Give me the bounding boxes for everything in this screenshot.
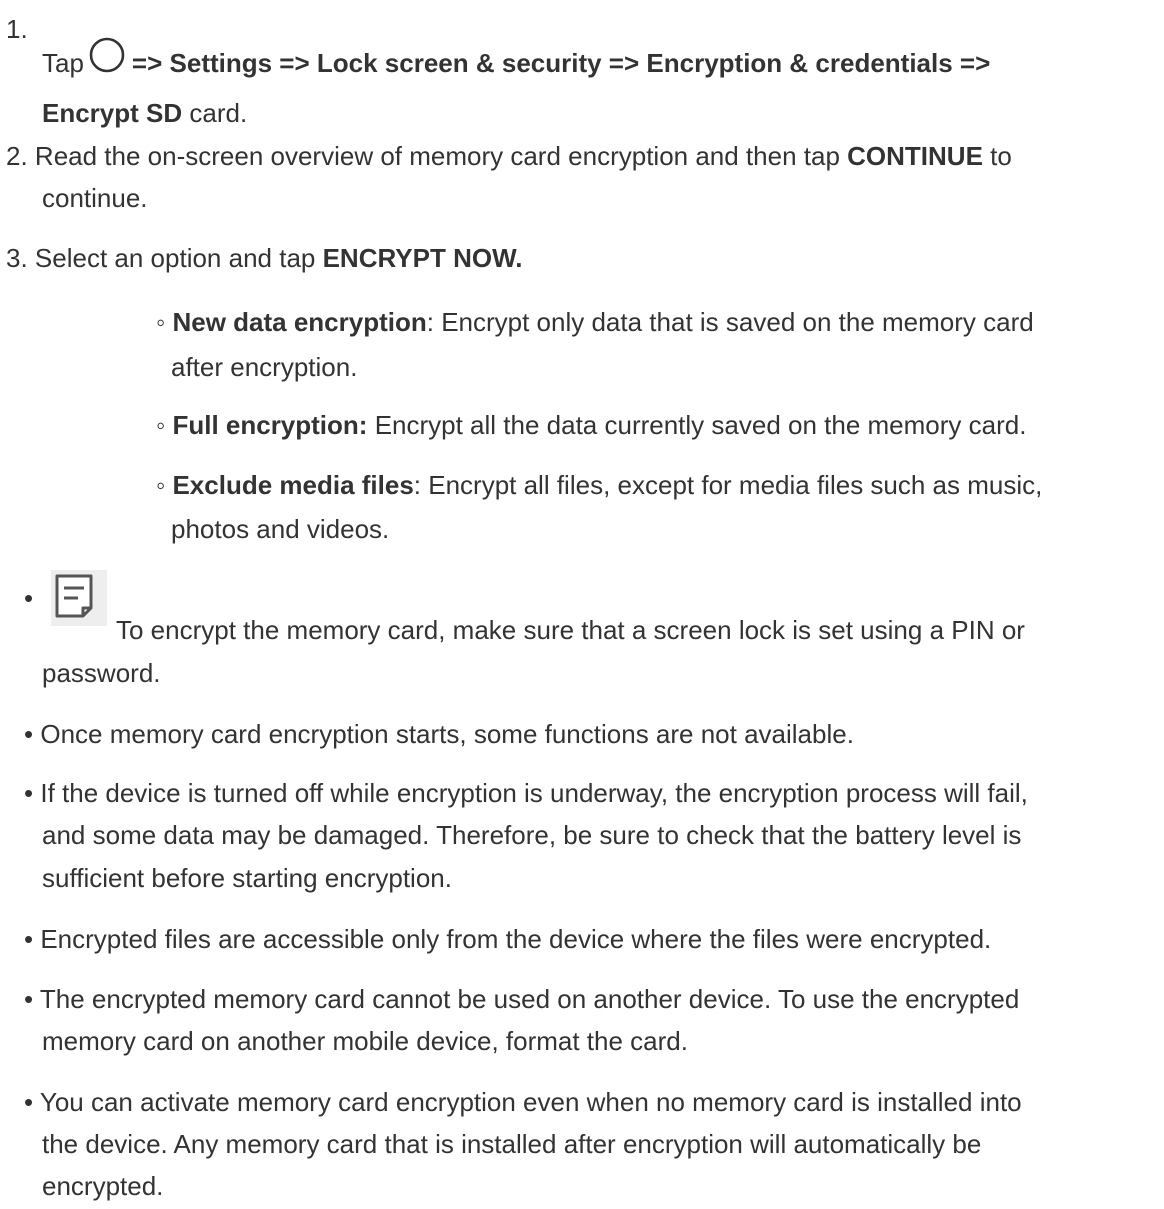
option-description: Encrypt only data that is saved on the m… [441, 307, 1034, 337]
note-icon [51, 570, 107, 626]
note-bullet: • [24, 1087, 34, 1117]
step-number: 1. [6, 14, 28, 44]
step-1-line-2: Encrypt SD card. [42, 93, 247, 133]
note-bullet: • [24, 984, 34, 1014]
step-2-text-end: to [982, 141, 1012, 171]
note-text-cont: the device. Any memory card that is inst… [42, 1129, 982, 1159]
settings-path-suffix: card. [182, 98, 248, 128]
option-bullet: ◦ [156, 470, 166, 500]
option-description: Encrypt all the data currently saved on … [374, 410, 1027, 440]
option-bullet: ◦ [156, 307, 166, 337]
option-separator: : [413, 470, 429, 500]
step-3: 3. Select an option and tap ENCRYPT NOW. [6, 238, 522, 278]
note-text: Encrypted files are accessible only from… [40, 924, 992, 954]
option-title: Exclude media files [172, 470, 414, 500]
home-button-icon [89, 37, 125, 73]
document: 1. Tap => Settings => Lock screen & secur… [0, 0, 1164, 1209]
option-title: New data encryption [172, 307, 427, 337]
option-separator [367, 410, 374, 440]
note-item: • Once memory card encryption starts, so… [24, 714, 854, 754]
note-item: • Encrypted files are accessible only fr… [24, 919, 991, 959]
option-description-cont: after encryption. [171, 352, 358, 382]
note-text: The encrypted memory card cannot be used… [39, 984, 1020, 1014]
option-exclude-media-files: ◦ Exclude media files: Encrypt all files… [156, 465, 1042, 505]
note-text: You can activate memory card encryption … [39, 1087, 1022, 1117]
option-description: Encrypt all files, except for media file… [428, 470, 1043, 500]
note-text-cont: password. [42, 658, 161, 688]
option-separator: : [426, 307, 442, 337]
note-text-cont: and some data may be damaged. Therefore,… [42, 820, 1022, 850]
step-2-text: Read the on-screen overview of memory ca… [34, 141, 848, 171]
step-2: 2. Read the on-screen overview of memory… [6, 136, 1012, 176]
encrypt-now-label: ENCRYPT NOW. [322, 243, 523, 273]
step-2-line-2: continue. [42, 183, 148, 213]
step-3-text: Select an option and tap [34, 243, 323, 273]
option-description-cont: photos and videos. [171, 514, 390, 544]
step-number: 3. [6, 243, 28, 273]
option-new-data-encryption: ◦ New data encryption: Encrypt only data… [156, 302, 1034, 342]
option-bullet: ◦ [156, 410, 166, 440]
step-number: 2. [6, 141, 28, 171]
note-item: • You can activate memory card encryptio… [24, 1082, 1022, 1122]
note-item: • The encrypted memory card cannot be us… [24, 979, 1019, 1019]
note-bullet: • [24, 719, 34, 749]
note-text: If the device is turned off while encryp… [40, 778, 1028, 808]
note-text-cont: memory card on another mobile device, fo… [42, 1026, 688, 1056]
option-title: Full encryption: [172, 410, 368, 440]
note-text-cont: encrypted. [42, 1171, 164, 1201]
settings-path-end: Encrypt SD [42, 98, 183, 128]
note-bullet: • [24, 778, 34, 808]
note-text: To encrypt the memory card, make sure th… [116, 615, 1025, 645]
option-full-encryption: ◦ Full encryption: Encrypt all the data … [156, 405, 1026, 445]
tap-word: Tap [42, 48, 84, 78]
step-1-line-1: Tap => Settings => Lock screen & security… [42, 36, 990, 83]
continue-label: CONTINUE [847, 141, 983, 171]
note-item: • If the device is turned off while encr… [24, 773, 1028, 813]
note-icon-wrap [51, 570, 111, 627]
settings-path: => Settings => Lock screen & security =>… [131, 48, 991, 78]
note-text: Once memory card encryption starts, some… [40, 719, 854, 749]
note-text-cont: sufficient before starting encryption. [42, 863, 452, 893]
note-bullet: • [24, 924, 34, 954]
note-bullet: • [24, 583, 34, 613]
